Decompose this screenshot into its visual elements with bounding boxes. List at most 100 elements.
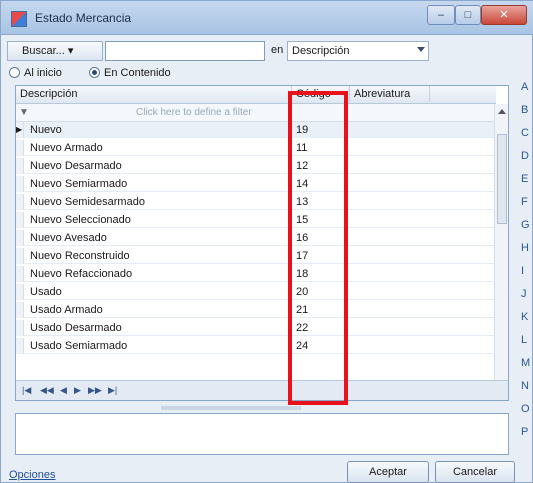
cell-descripcion: Nuevo Reconstruido: [30, 250, 130, 262]
alphabet-letter-j[interactable]: J: [521, 288, 527, 300]
cell-descripcion: Nuevo Semiarmado: [30, 178, 128, 190]
table-row[interactable]: Nuevo Refaccionado 18: [16, 266, 496, 282]
close-button[interactable]: ✕: [481, 5, 527, 25]
column-header-abreviatura[interactable]: Abreviatura: [350, 86, 430, 104]
table-row[interactable]: Nuevo Seleccionado 15: [16, 212, 496, 228]
search-button-label: Buscar...: [22, 45, 65, 57]
prev-page-icon[interactable]: ◀◀: [40, 385, 54, 396]
current-row-indicator-icon: ▶: [16, 122, 24, 138]
minimize-button[interactable]: –: [427, 5, 455, 25]
alphabet-letter-n[interactable]: N: [521, 380, 529, 392]
cell-descripcion: Nuevo Desarmado: [30, 160, 122, 172]
cell-codigo: 21: [296, 304, 309, 316]
cell-abreviatura: [350, 122, 430, 138]
cell-abreviatura: [350, 158, 430, 174]
search-dropdown-button[interactable]: Buscar... ▾: [7, 41, 103, 61]
cell-descripcion: Nuevo Seleccionado: [30, 214, 131, 226]
search-field-select[interactable]: Descripción: [287, 41, 429, 61]
row-indicator: [16, 230, 24, 246]
row-indicator: [16, 266, 24, 282]
cell-codigo: 24: [296, 340, 309, 352]
cell-codigo: 22: [296, 322, 309, 334]
column-header-descripcion[interactable]: Descripción: [16, 86, 292, 104]
cell-descripcion: Usado Desarmado: [30, 322, 122, 334]
alphabet-letter-g[interactable]: G: [521, 219, 530, 231]
cell-abreviatura: [350, 302, 430, 318]
row-indicator: [16, 158, 24, 174]
window-title: Estado Mercancia: [35, 11, 132, 25]
grid-header: Descripción Código Abreviatura: [16, 86, 496, 104]
accept-button[interactable]: Aceptar: [347, 461, 429, 483]
en-label: en: [271, 44, 284, 56]
alphabet-letter-k[interactable]: K: [521, 311, 528, 323]
scroll-up-icon[interactable]: [498, 109, 506, 114]
title-bar[interactable]: Estado Mercancia – □ ✕: [1, 1, 533, 35]
cell-codigo: 16: [296, 232, 309, 244]
panel-splitter[interactable]: [161, 406, 301, 410]
alphabet-letter-e[interactable]: E: [521, 173, 528, 185]
table-row[interactable]: Nuevo Semiarmado 14: [16, 176, 496, 192]
radio-circle-icon: [9, 67, 20, 78]
search-input[interactable]: [105, 41, 265, 61]
prev-record-icon[interactable]: ◀: [60, 385, 67, 396]
table-row[interactable]: Nuevo Reconstruido 17: [16, 248, 496, 264]
radio-selected-icon: [89, 67, 100, 78]
alphabet-letter-c[interactable]: C: [521, 127, 529, 139]
cell-abreviatura: [350, 338, 430, 354]
table-row[interactable]: Usado 20: [16, 284, 496, 300]
scrollbar-thumb[interactable]: [497, 134, 507, 224]
cell-abreviatura: [350, 194, 430, 210]
cell-codigo: 15: [296, 214, 309, 226]
table-row[interactable]: Nuevo Avesado 16: [16, 230, 496, 246]
vertical-scrollbar[interactable]: [494, 104, 508, 400]
cancel-button[interactable]: Cancelar: [435, 461, 515, 483]
alphabet-letter-i[interactable]: I: [521, 265, 524, 277]
table-row[interactable]: Nuevo Armado 11: [16, 140, 496, 156]
row-indicator: [16, 176, 24, 192]
table-row[interactable]: Usado Armado 21: [16, 302, 496, 318]
alphabet-letter-b[interactable]: B: [521, 104, 528, 116]
table-row[interactable]: Usado Semiarmado 24: [16, 338, 496, 354]
cell-codigo: 18: [296, 268, 309, 280]
alphabet-index: ABCDEFGHIJKLMNOP: [519, 81, 533, 461]
row-indicator: [16, 212, 24, 228]
table-row[interactable]: Nuevo Semidesarmado 13: [16, 194, 496, 210]
alphabet-letter-a[interactable]: A: [521, 81, 528, 93]
last-record-icon[interactable]: ▶|: [108, 385, 117, 396]
data-grid: Descripción Código Abreviatura ▼ Click h…: [15, 85, 509, 401]
alphabet-letter-o[interactable]: O: [521, 403, 530, 415]
column-header-codigo[interactable]: Código: [292, 86, 350, 104]
cell-descripcion: Nuevo Avesado: [30, 232, 107, 244]
radio-en-contenido[interactable]: En Contenido: [89, 67, 171, 79]
table-row[interactable]: Usado Desarmado 22: [16, 320, 496, 336]
estado-mercancia-window: Estado Mercancia – □ ✕ Buscar... ▾ en De…: [0, 0, 533, 483]
alphabet-letter-m[interactable]: M: [521, 357, 530, 369]
table-row[interactable]: ▶ Nuevo 19: [16, 122, 496, 138]
next-page-icon[interactable]: ▶▶: [88, 385, 102, 396]
filter-hint: Click here to define a filter: [136, 107, 252, 118]
radio-al-inicio[interactable]: Al inicio: [9, 67, 62, 79]
cell-codigo: 17: [296, 250, 309, 262]
alphabet-letter-l[interactable]: L: [521, 334, 527, 346]
table-row[interactable]: Nuevo Desarmado 12: [16, 158, 496, 174]
row-indicator: [16, 140, 24, 156]
opciones-link[interactable]: Opciones: [9, 469, 55, 481]
chevron-down-icon: ▾: [67, 45, 74, 57]
radio-label: En Contenido: [104, 67, 171, 79]
row-indicator: [16, 248, 24, 264]
cell-descripcion: Nuevo: [30, 124, 62, 136]
cell-abreviatura: [350, 230, 430, 246]
filter-row[interactable]: ▼ Click here to define a filter: [16, 104, 496, 122]
alphabet-letter-h[interactable]: H: [521, 242, 529, 254]
cell-codigo: 13: [296, 196, 309, 208]
first-record-icon[interactable]: |◀: [22, 385, 31, 396]
search-toolbar: Buscar... ▾ en Descripción: [7, 39, 517, 63]
detail-panel: [15, 413, 509, 455]
alphabet-letter-f[interactable]: F: [521, 196, 528, 208]
alphabet-letter-d[interactable]: D: [521, 150, 529, 162]
maximize-button[interactable]: □: [455, 5, 481, 25]
alphabet-letter-p[interactable]: P: [521, 426, 528, 438]
app-icon: [11, 11, 27, 27]
row-indicator: [16, 194, 24, 210]
next-record-icon[interactable]: ▶: [74, 385, 81, 396]
